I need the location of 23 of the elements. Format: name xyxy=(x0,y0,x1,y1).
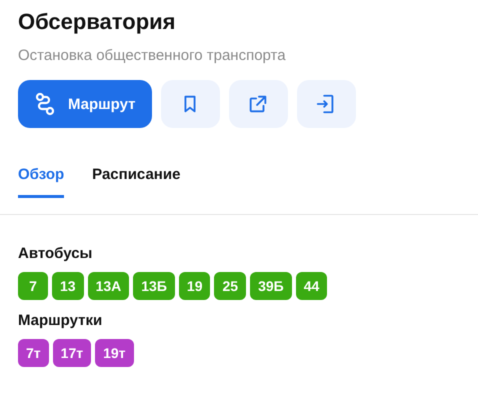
phone-button[interactable] xyxy=(296,80,356,128)
bookmark-button[interactable] xyxy=(160,80,220,128)
route-number-badge[interactable]: 7 xyxy=(18,272,48,300)
tab[interactable]: Расписание xyxy=(92,166,180,198)
tab[interactable]: Обзор xyxy=(18,166,64,198)
route-number-badge[interactable]: 19 xyxy=(178,272,210,300)
route-number-badge[interactable]: 25 xyxy=(214,272,246,300)
route-button[interactable]: Маршрут xyxy=(18,80,152,128)
route-number-badge[interactable]: 19т xyxy=(95,339,134,367)
route-number-badge[interactable]: 17т xyxy=(52,339,92,367)
section-heading: Автобусы xyxy=(18,245,94,262)
route-number-badge[interactable]: 13Б xyxy=(133,272,175,300)
route-number-badge[interactable]: 7т xyxy=(18,339,49,367)
route-number-badge[interactable]: 44 xyxy=(296,272,328,300)
share-button[interactable] xyxy=(228,80,288,128)
section-heading: Маршрутки xyxy=(18,312,104,329)
route-number-badge[interactable]: 13А xyxy=(88,272,130,300)
stop-subtitle: Остановка общественного транспорта xyxy=(18,46,287,66)
route-number-badge[interactable]: 13 xyxy=(52,272,84,300)
route-number-badge[interactable]: 39Б xyxy=(250,272,292,300)
external-link-icon xyxy=(247,93,270,115)
route-icon xyxy=(34,92,56,116)
stop-title: Обсерватория xyxy=(18,8,177,36)
